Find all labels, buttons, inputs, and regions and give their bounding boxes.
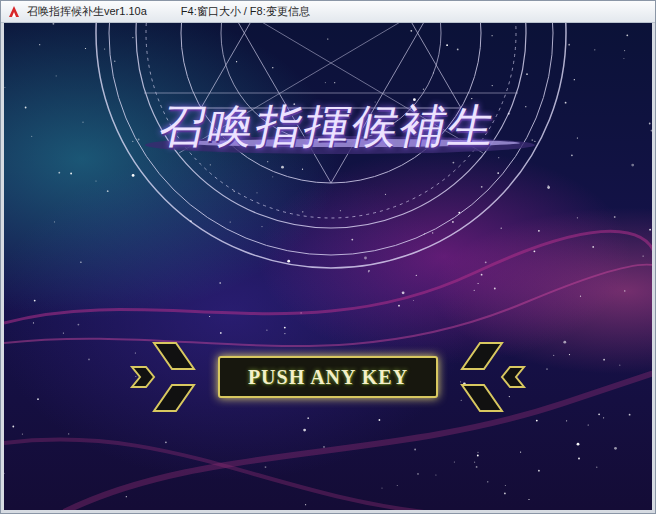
window-title: 召唤指挥候补生ver1.10a xyxy=(27,3,147,20)
right-stripes-icon xyxy=(442,339,528,415)
title-bar[interactable]: 召唤指挥候补生ver1.10a F4:窗口大小 / F8:变更信息 xyxy=(1,1,655,23)
magic-circle xyxy=(4,23,652,323)
streaks xyxy=(4,23,652,510)
game-window: 召唤指挥候补生ver1.10a F4:窗口大小 / F8:变更信息 xyxy=(0,0,656,514)
left-stripes-icon xyxy=(128,339,214,415)
starfield xyxy=(4,23,652,510)
game-title: 召喚指揮候補生 xyxy=(154,99,501,153)
push-any-key-button[interactable]: PUSH ANY KEY xyxy=(218,356,438,398)
prompt-label: PUSH ANY KEY xyxy=(248,362,408,392)
prompt-row[interactable]: PUSH ANY KEY xyxy=(128,339,528,415)
app-icon xyxy=(7,5,21,19)
window-hint: F4:窗口大小 / F8:变更信息 xyxy=(181,3,310,20)
game-logo: 召喚指揮候補生 xyxy=(160,99,496,153)
game-screen[interactable]: 召喚指揮候補生 PUSH ANY KEY xyxy=(4,23,652,510)
